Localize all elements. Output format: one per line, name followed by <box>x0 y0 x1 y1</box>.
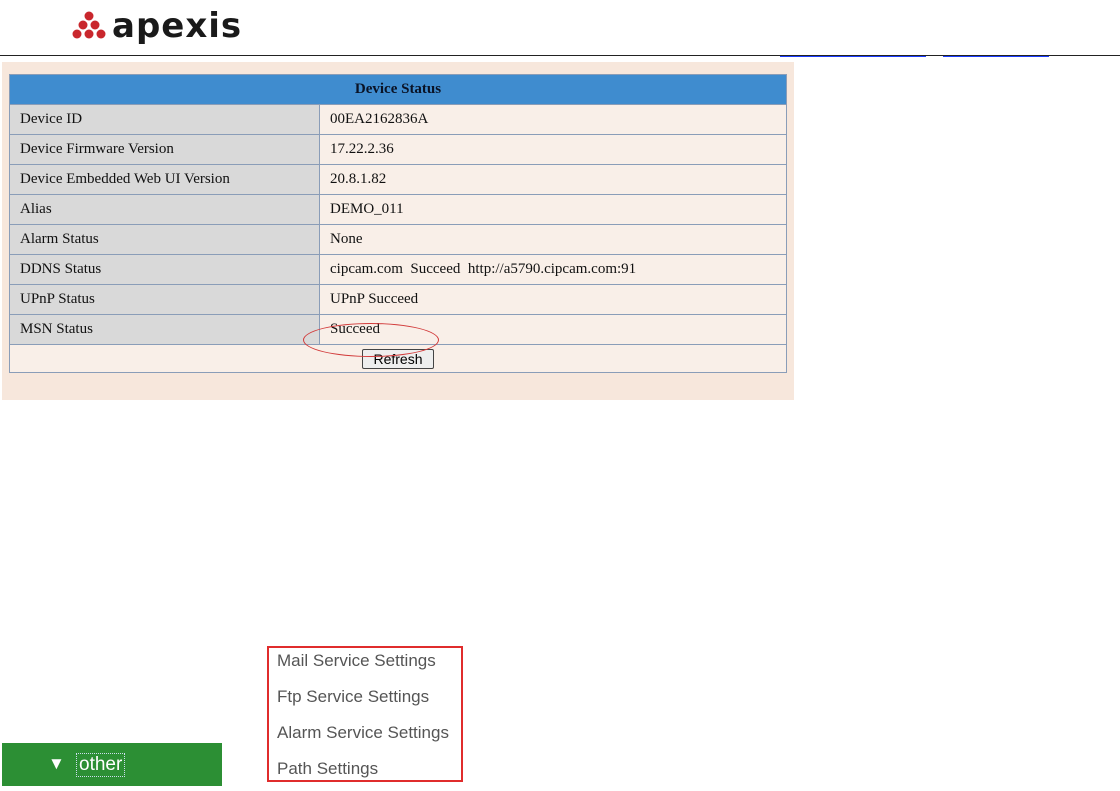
row-value: cipcam.com Succeed http://a5790.cipcam.c… <box>319 254 787 285</box>
table-row: UPnP Status UPnP Succeed <box>9 284 787 315</box>
table-row: MSN Status Succeed <box>9 314 787 345</box>
table-row: DDNS Status cipcam.com Succeed http://a5… <box>9 254 787 285</box>
row-label: Alias <box>9 194 320 225</box>
device-status-title: Device Status <box>9 74 787 105</box>
refresh-cell: Refresh <box>9 344 787 373</box>
row-label: Device ID <box>9 104 320 135</box>
row-value: None <box>319 224 787 255</box>
menu-item-path-settings[interactable]: Path Settings <box>277 759 378 779</box>
table-row: Alarm Status None <box>9 224 787 255</box>
logo-text: apexis <box>112 6 243 46</box>
row-value: DEMO_011 <box>319 194 787 225</box>
row-value: 00EA2162836A <box>319 104 787 135</box>
other-section-toggle[interactable]: ▼ other <box>2 743 222 786</box>
table-row: Device ID 00EA2162836A <box>9 104 787 135</box>
msn-status-value: Succeed <box>319 314 787 345</box>
triangle-down-icon: ▼ <box>48 754 65 773</box>
device-status-panel: Device Status Device ID 00EA2162836A Dev… <box>2 62 794 400</box>
service-settings-menu: Mail Service Settings Ftp Service Settin… <box>267 646 463 782</box>
menu-item-alarm-service-settings[interactable]: Alarm Service Settings <box>277 723 449 743</box>
logo-dots-icon <box>72 11 106 39</box>
apexis-logo: apexis <box>70 4 242 48</box>
row-label: Device Firmware Version <box>9 134 320 165</box>
header-divider <box>0 55 1120 56</box>
row-value: 17.22.2.36 <box>319 134 787 165</box>
row-value: UPnP Succeed <box>319 284 787 315</box>
table-row: Device Firmware Version 17.22.2.36 <box>9 134 787 165</box>
row-label: Device Embedded Web UI Version <box>9 164 320 195</box>
row-label: UPnP Status <box>9 284 320 315</box>
menu-item-mail-service-settings[interactable]: Mail Service Settings <box>277 651 436 671</box>
table-row: Device Embedded Web UI Version 20.8.1.82 <box>9 164 787 195</box>
refresh-row: Refresh <box>9 344 787 373</box>
other-section-label: other <box>76 753 126 777</box>
row-label: MSN Status <box>9 314 320 345</box>
table-row: Alias DEMO_011 <box>9 194 787 225</box>
device-status-table: Device Status Device ID 00EA2162836A Dev… <box>9 74 787 373</box>
refresh-button[interactable]: Refresh <box>362 348 434 369</box>
row-label: Alarm Status <box>9 224 320 255</box>
row-label: DDNS Status <box>9 254 320 285</box>
row-value: 20.8.1.82 <box>319 164 787 195</box>
menu-item-ftp-service-settings[interactable]: Ftp Service Settings <box>277 687 429 707</box>
